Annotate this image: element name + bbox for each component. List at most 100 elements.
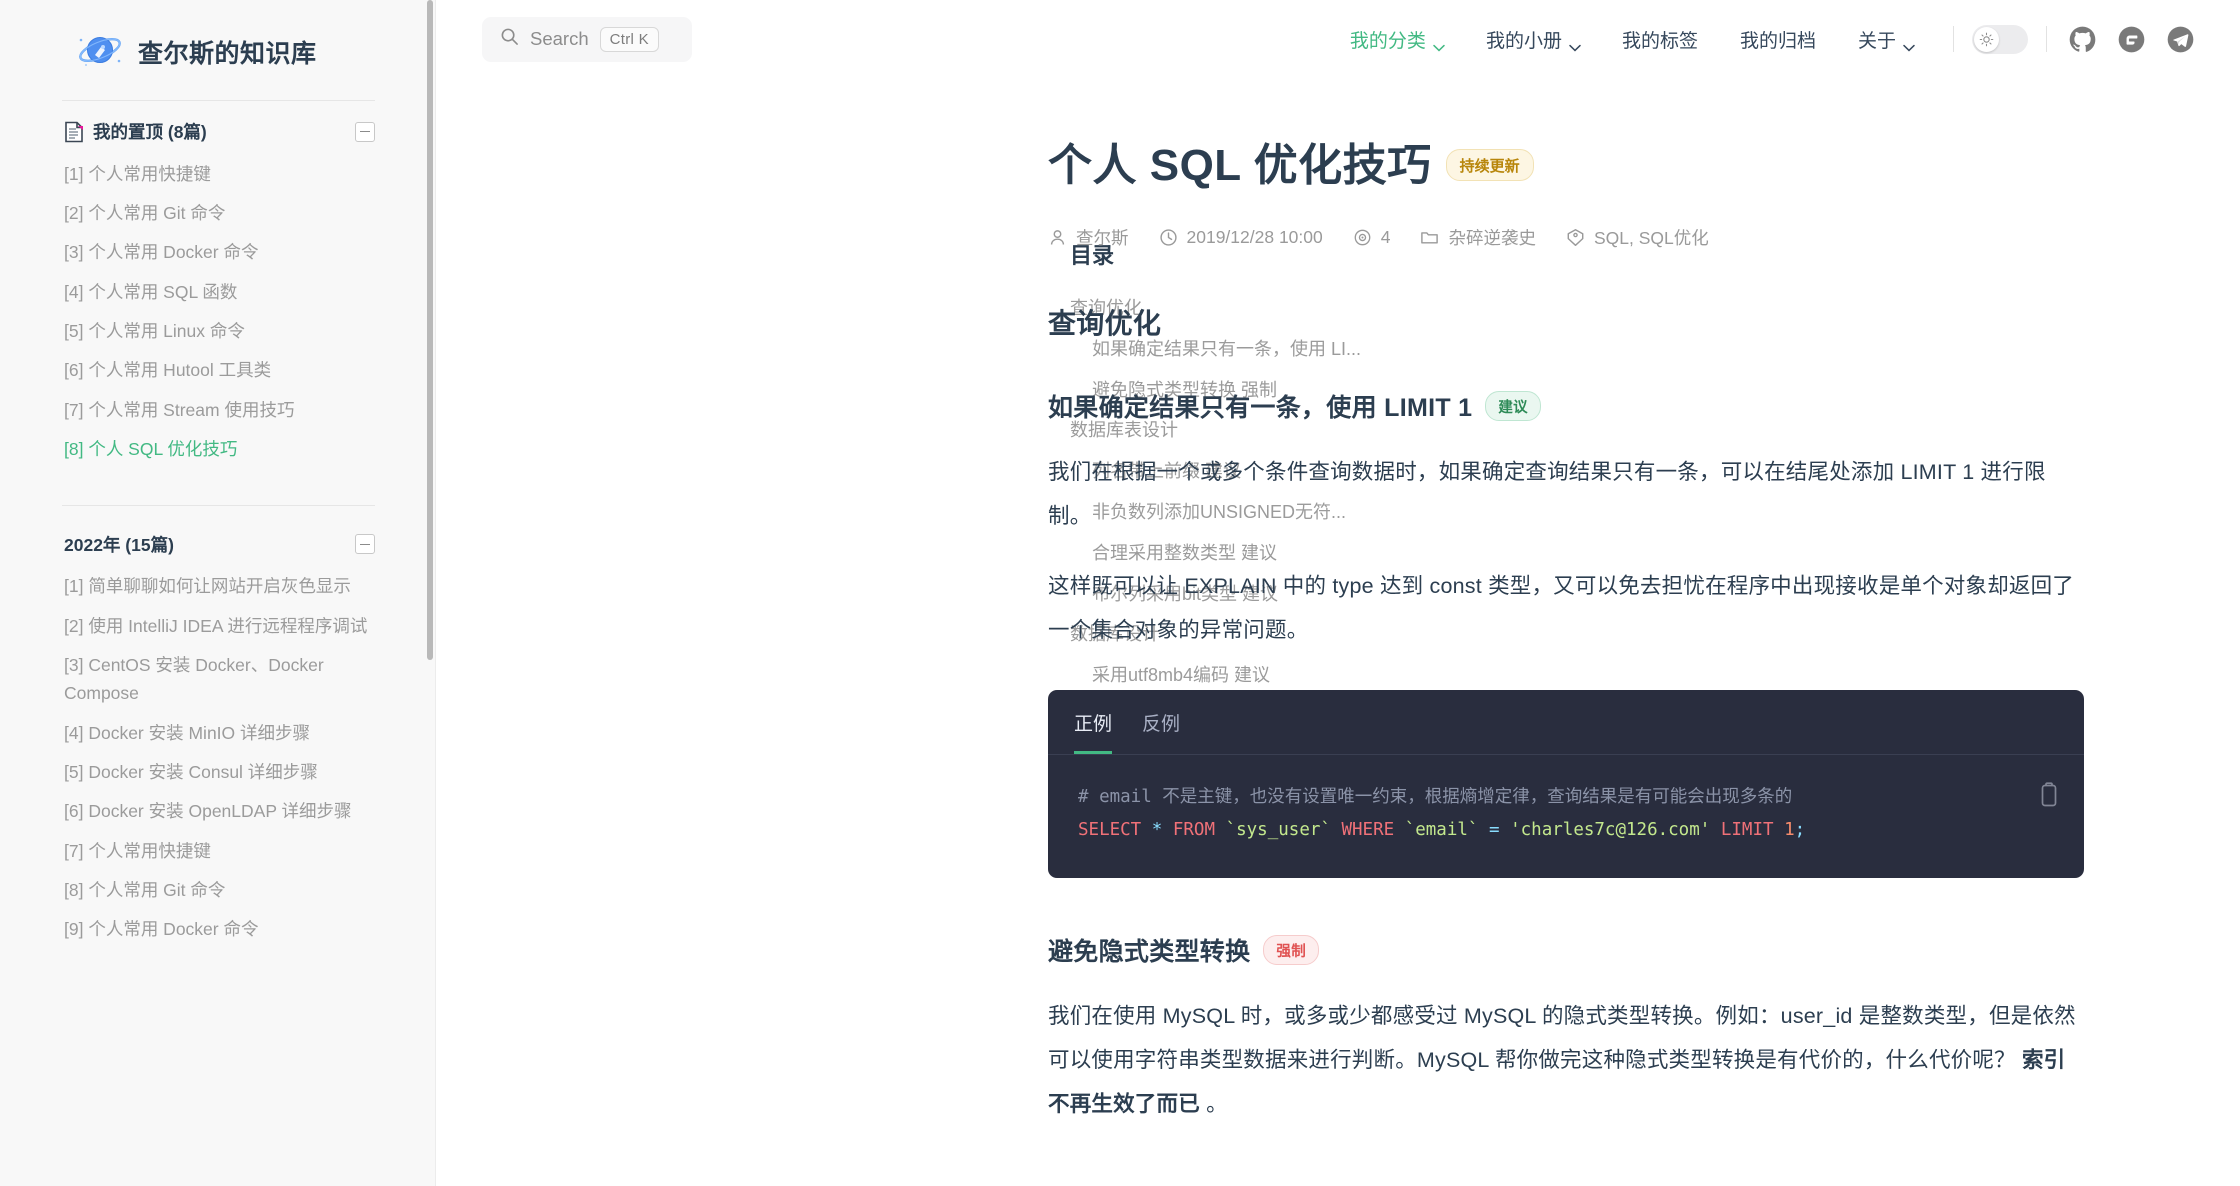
- sidebar-group-header-2022: 2022年 (15篇): [64, 532, 375, 557]
- brand[interactable]: 查尔斯的知识库: [62, 0, 375, 100]
- nav-label: 我的归档: [1740, 26, 1816, 53]
- meta-category[interactable]: 杂碎逆袭史: [1420, 225, 1536, 250]
- tab-good-example[interactable]: 正例: [1074, 690, 1112, 754]
- folder-icon: [1420, 228, 1439, 247]
- nav-label: 我的小册: [1486, 26, 1562, 53]
- top-navbar: Search Ctrl K 我的分类 我的小册 我的标签: [436, 0, 2240, 78]
- brand-title: 查尔斯的知识库: [138, 34, 317, 70]
- sidebar-item-2022-2[interactable]: [2] 使用 IntelliJ IDEA 进行远程程序调试: [64, 606, 375, 645]
- badge-mandatory: 强制: [1263, 935, 1319, 965]
- code-content: # email 不是主键，也没有设置唯一约束，根据熵增定律，查询结果是有可能会出…: [1048, 755, 2084, 878]
- content-area: 个人 SQL 优化技巧 持续更新 查尔斯: [436, 78, 2240, 1126]
- telegram-icon[interactable]: [2167, 26, 2194, 53]
- nav-label: 关于: [1858, 26, 1896, 53]
- paragraph-2: 这样既可以让 EXPLAIN 中的 type 达到 const 类型，又可以免去…: [1048, 564, 2084, 652]
- meta-date-value: 2019/12/28 10:00: [1187, 227, 1323, 248]
- subsection-heading-text: 避免隐式类型转换: [1048, 932, 1250, 968]
- theme-toggle[interactable]: [1972, 25, 2028, 54]
- planet-logo-icon: [76, 30, 124, 74]
- sidebar-item-2022-8[interactable]: [8] 个人常用 Git 命令: [64, 871, 375, 910]
- sidebar-item-pinned-6[interactable]: [6] 个人常用 Hutool 工具类: [64, 351, 375, 390]
- code-semicolon: ;: [1795, 820, 1806, 840]
- sidebar-group-title: 我的置顶 (8篇): [93, 119, 207, 144]
- page-title: 个人 SQL 优化技巧: [1048, 138, 1432, 193]
- search-input[interactable]: Search Ctrl K: [482, 17, 692, 62]
- chevron-down-icon: [1433, 36, 1444, 43]
- nav-label: 我的标签: [1622, 26, 1698, 53]
- user-icon: [1048, 228, 1067, 247]
- sidebar-item-pinned-4[interactable]: [4] 个人常用 SQL 函数: [64, 272, 375, 311]
- sidebar-item-2022-3[interactable]: [3] CentOS 安装 Docker、Docker Compose: [64, 645, 375, 713]
- meta-tags[interactable]: SQL, SQL优化: [1566, 225, 1709, 250]
- tab-bad-example[interactable]: 反例: [1142, 690, 1180, 754]
- minus-icon[interactable]: [355, 534, 375, 554]
- nav-item-archive[interactable]: 我的归档: [1719, 26, 1837, 53]
- meta-author-value: 查尔斯: [1076, 225, 1129, 250]
- search-placeholder: Search: [530, 28, 589, 50]
- code-block-card: 正例 反例 # email 不是主键，也没有设置唯一约束，根据熵增定律，查询结果…: [1048, 690, 2084, 878]
- code-column-name: `email`: [1405, 820, 1479, 840]
- subsection-heading-limit1: 如果确定结果只有一条，使用 LIMIT 1 建议: [1048, 388, 2084, 424]
- article: 个人 SQL 优化技巧 持续更新 查尔斯: [436, 78, 1034, 1126]
- paragraph-3-pre: 我们在使用 MySQL 时，或多或少都感受过 MySQL 的隐式类型转换。例如：…: [1048, 1004, 2076, 1072]
- gitee-icon[interactable]: [2118, 26, 2145, 53]
- clock-icon: [1159, 228, 1178, 247]
- code-comment: # email 不是主键，也没有设置唯一约束，根据熵增定律，查询结果是有可能会出…: [1078, 787, 1792, 807]
- sidebar-content: 查尔斯的知识库: [0, 0, 435, 959]
- meta-tags-value: SQL, SQL优化: [1594, 225, 1709, 250]
- chevron-down-icon: [1569, 36, 1580, 43]
- code-equals: =: [1489, 820, 1500, 840]
- status-badge-updating: 持续更新: [1446, 149, 1534, 181]
- badge-suggestion: 建议: [1485, 391, 1541, 421]
- subsection-heading-implicit-conversion: 避免隐式类型转换 强制: [1048, 932, 2084, 968]
- sidebar-scrollbar[interactable]: [427, 0, 433, 660]
- sidebar-item-2022-9[interactable]: [9] 个人常用 Docker 命令: [64, 910, 375, 949]
- sidebar-group-pinned: 我的置顶 (8篇) [1] 个人常用快捷键 [2] 个人常用 Git 命令 [3…: [62, 101, 375, 479]
- section-heading-query-optimization: 查询优化: [1048, 302, 2084, 342]
- sidebar-group-title-2022: 2022年 (15篇): [64, 532, 174, 557]
- eye-icon: [1353, 228, 1372, 247]
- code-kw-limit: LIMIT: [1721, 820, 1774, 840]
- sidebar-group-header: 我的置顶 (8篇): [64, 119, 375, 144]
- sun-icon: [1974, 27, 1999, 52]
- nav-item-booklets[interactable]: 我的小册: [1465, 26, 1601, 53]
- search-icon: [500, 27, 519, 51]
- article-meta: 查尔斯 2019/12/28 10:00 4: [1048, 225, 2084, 250]
- nav-item-about[interactable]: 关于: [1837, 26, 1935, 53]
- paragraph-3: 我们在使用 MySQL 时，或多或少都感受过 MySQL 的隐式类型转换。例如：…: [1048, 994, 2084, 1126]
- sidebar-item-pinned-5[interactable]: [5] 个人常用 Linux 命令: [64, 311, 375, 350]
- meta-views: 4: [1353, 227, 1391, 248]
- code-kw-from: FROM: [1173, 820, 1215, 840]
- sidebar-item-pinned-3[interactable]: [3] 个人常用 Docker 命令: [64, 233, 375, 272]
- sidebar-item-2022-6[interactable]: [6] Docker 安装 OpenLDAP 详细步骤: [64, 792, 375, 831]
- minus-icon[interactable]: [355, 122, 375, 142]
- main-nav: 我的分类 我的小册 我的标签 我的归档: [1329, 25, 2194, 54]
- sidebar-item-2022-4[interactable]: [4] Docker 安装 MinIO 详细步骤: [64, 713, 375, 752]
- code-kw-select: SELECT: [1078, 820, 1141, 840]
- document-icon: [64, 121, 84, 143]
- sidebar-item-pinned-7[interactable]: [7] 个人常用 Stream 使用技巧: [64, 390, 375, 429]
- page-root: 查尔斯的知识库: [0, 0, 2240, 1186]
- sidebar-item-2022-7[interactable]: [7] 个人常用快捷键: [64, 831, 375, 870]
- code-string-value: 'charles7c@126.com': [1510, 820, 1710, 840]
- nav-label: 我的分类: [1350, 26, 1426, 53]
- tag-icon: [1566, 228, 1585, 247]
- sidebar-item-pinned-1[interactable]: [1] 个人常用快捷键: [64, 154, 375, 193]
- sidebar-item-2022-5[interactable]: [5] Docker 安装 Consul 详细步骤: [64, 752, 375, 791]
- nav-divider-2: [2046, 26, 2047, 52]
- meta-date: 2019/12/28 10:00: [1159, 227, 1323, 248]
- nav-divider-1: [1953, 26, 1954, 52]
- sidebar-item-pinned-2[interactable]: [2] 个人常用 Git 命令: [64, 193, 375, 232]
- social-links: [2065, 26, 2194, 53]
- code-limit-number: 1: [1784, 820, 1795, 840]
- meta-author: 查尔斯: [1048, 225, 1129, 250]
- article-title-row: 个人 SQL 优化技巧 持续更新: [1048, 138, 2084, 193]
- sidebar-item-2022-1[interactable]: [1] 简单聊聊如何让网站开启灰色显示: [64, 567, 375, 606]
- copy-icon[interactable]: [2038, 782, 2060, 808]
- nav-item-tags[interactable]: 我的标签: [1601, 26, 1719, 53]
- github-icon[interactable]: [2069, 26, 2096, 53]
- sidebar-item-pinned-8[interactable]: [8] 个人 SQL 优化技巧: [64, 429, 375, 468]
- search-shortcut-kbd: Ctrl K: [600, 27, 659, 52]
- nav-item-categories[interactable]: 我的分类: [1329, 26, 1465, 53]
- meta-views-value: 4: [1381, 227, 1391, 248]
